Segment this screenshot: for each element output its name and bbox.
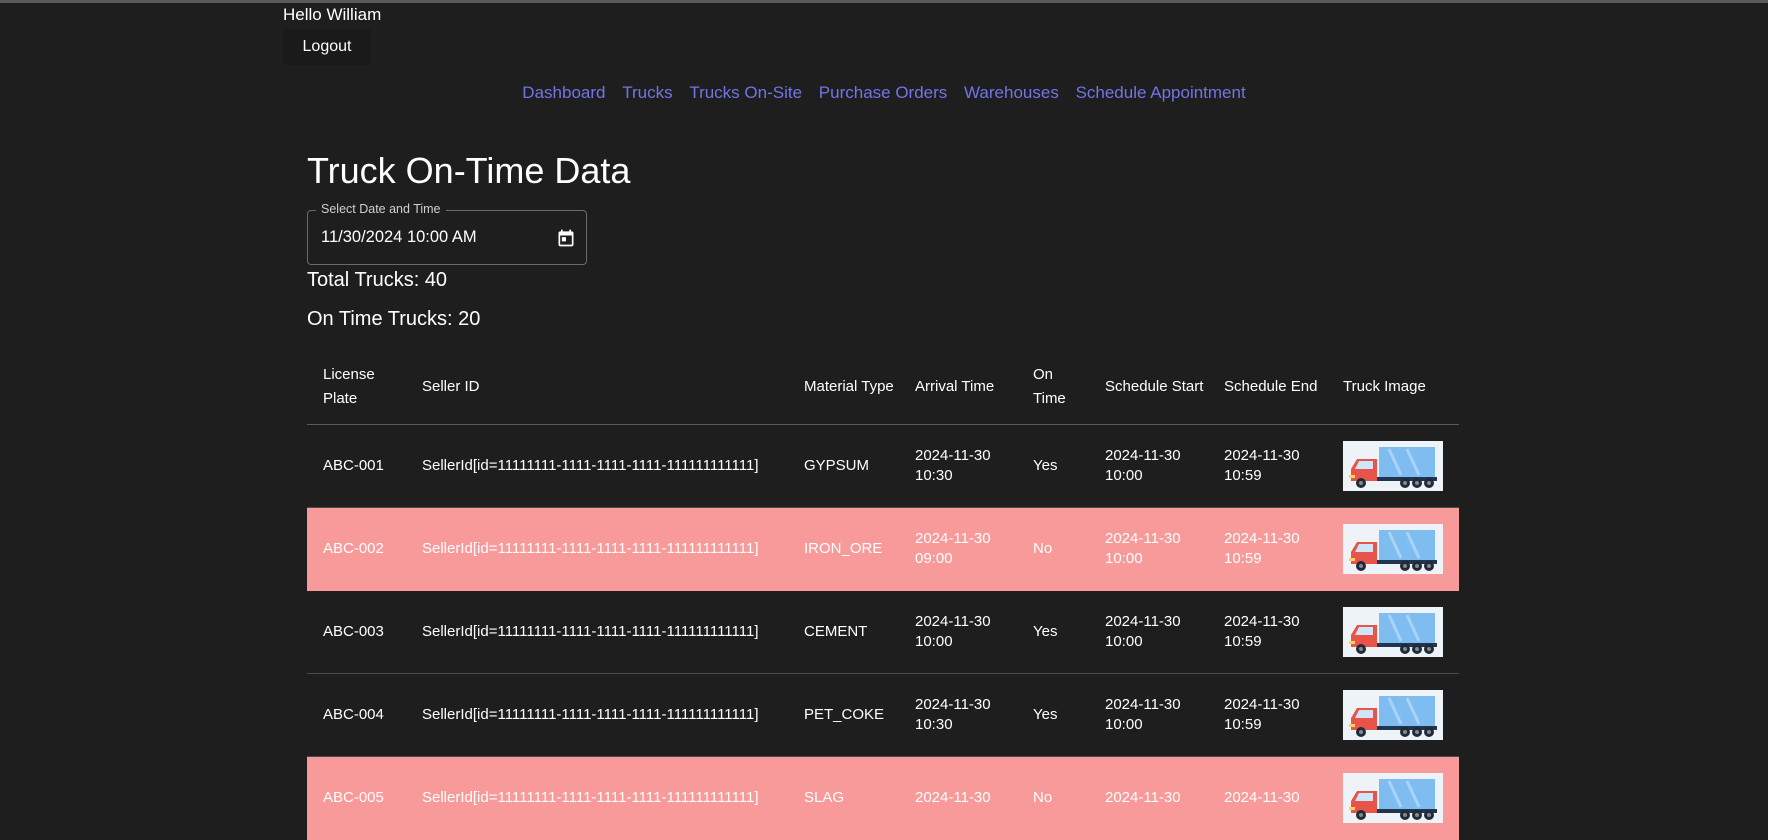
- cell-truck-image: [1327, 673, 1459, 757]
- date-field-label: Select Date and Time: [316, 202, 446, 216]
- main-nav: Dashboard Trucks Trucks On-Site Purchase…: [0, 83, 1768, 103]
- cell-schedule-start: 2024-11-30 10:00: [1089, 507, 1208, 591]
- cell-truck-image: [1327, 507, 1459, 591]
- table-row: ABC-004 SellerId[id=11111111-1111-1111-1…: [307, 673, 1459, 757]
- greeting-text: Hello William: [283, 5, 382, 24]
- cell-schedule-end: 2024-11-30 10:59: [1208, 424, 1327, 508]
- cell-arrival-time: 2024-11-30 10:00: [899, 590, 1017, 674]
- truck-image: [1343, 773, 1443, 823]
- cell-arrival-time: 2024-11-30 10:30: [899, 424, 1017, 508]
- logout-button[interactable]: Logout: [283, 29, 371, 65]
- truck-table-container: License Plate Seller ID Material Type Ar…: [307, 350, 1459, 840]
- nav-link-trucks-on-site[interactable]: Trucks On-Site: [689, 83, 802, 102]
- on-time-trucks-count: On Time Trucks: 20: [307, 308, 481, 330]
- cell-material-type: SLAG: [788, 756, 899, 840]
- truck-on-time-table: License Plate Seller ID Material Type Ar…: [307, 350, 1459, 840]
- nav-link-trucks[interactable]: Trucks: [622, 83, 672, 102]
- cell-schedule-start: 2024-11-30 10:00: [1089, 590, 1208, 674]
- nav-link-purchase-orders[interactable]: Purchase Orders: [819, 83, 948, 102]
- cell-seller-id: SellerId[id=11111111-1111-1111-1111-1111…: [406, 507, 788, 591]
- header-arrival-time: Arrival Time: [899, 350, 1017, 425]
- cell-seller-id: SellerId[id=11111111-1111-1111-1111-1111…: [406, 590, 788, 674]
- cell-arrival-time: 2024-11-30 09:00: [899, 507, 1017, 591]
- cell-schedule-start: 2024-11-30 10:00: [1089, 673, 1208, 757]
- cell-on-time: No: [1017, 756, 1089, 840]
- cell-schedule-end: 2024-11-30: [1208, 756, 1327, 840]
- truck-image: [1343, 690, 1443, 740]
- nav-link-schedule-appointment[interactable]: Schedule Appointment: [1076, 83, 1246, 102]
- cell-license-plate: ABC-004: [307, 673, 406, 757]
- calendar-icon[interactable]: [556, 227, 576, 249]
- table-row: ABC-003 SellerId[id=11111111-1111-1111-1…: [307, 590, 1459, 674]
- date-time-picker[interactable]: Select Date and Time 11/30/2024 10:00 AM: [307, 202, 587, 265]
- cell-truck-image: [1327, 590, 1459, 674]
- cell-license-plate: ABC-001: [307, 424, 406, 508]
- cell-seller-id: SellerId[id=11111111-1111-1111-1111-1111…: [406, 756, 788, 840]
- cell-material-type: PET_COKE: [788, 673, 899, 757]
- truck-image: [1343, 524, 1443, 574]
- header-schedule-start: Schedule Start: [1089, 350, 1208, 425]
- header-on-time: On Time: [1017, 350, 1089, 425]
- cell-on-time: No: [1017, 507, 1089, 591]
- cell-material-type: CEMENT: [788, 590, 899, 674]
- table-row: ABC-001 SellerId[id=11111111-1111-1111-1…: [307, 424, 1459, 508]
- nav-link-dashboard[interactable]: Dashboard: [522, 83, 605, 102]
- cell-schedule-end: 2024-11-30 10:59: [1208, 507, 1327, 591]
- date-field-value[interactable]: 11/30/2024 10:00 AM: [321, 228, 477, 247]
- cell-seller-id: SellerId[id=11111111-1111-1111-1111-1111…: [406, 424, 788, 508]
- top-border: [0, 0, 1768, 3]
- cell-material-type: GYPSUM: [788, 424, 899, 508]
- table-row: ABC-005 SellerId[id=11111111-1111-1111-1…: [307, 756, 1459, 840]
- cell-truck-image: [1327, 424, 1459, 508]
- cell-truck-image: [1327, 756, 1459, 840]
- table-row: ABC-002 SellerId[id=11111111-1111-1111-1…: [307, 507, 1459, 591]
- header-material-type: Material Type: [788, 350, 899, 425]
- cell-license-plate: ABC-005: [307, 756, 406, 840]
- table-header: License Plate Seller ID Material Type Ar…: [307, 350, 1459, 425]
- cell-schedule-start: 2024-11-30: [1089, 756, 1208, 840]
- truck-image: [1343, 441, 1443, 491]
- total-trucks-count: Total Trucks: 40: [307, 269, 448, 291]
- nav-link-warehouses[interactable]: Warehouses: [964, 83, 1059, 102]
- cell-schedule-end: 2024-11-30 10:59: [1208, 673, 1327, 757]
- header-license-plate: License Plate: [307, 350, 406, 425]
- header-seller-id: Seller ID: [406, 350, 788, 425]
- cell-on-time: Yes: [1017, 673, 1089, 757]
- cell-arrival-time: 2024-11-30: [899, 756, 1017, 840]
- cell-on-time: Yes: [1017, 590, 1089, 674]
- cell-license-plate: ABC-003: [307, 590, 406, 674]
- cell-schedule-end: 2024-11-30 10:59: [1208, 590, 1327, 674]
- header-truck-image: Truck Image: [1327, 350, 1459, 425]
- cell-schedule-start: 2024-11-30 10:00: [1089, 424, 1208, 508]
- truck-image: [1343, 607, 1443, 657]
- cell-material-type: IRON_ORE: [788, 507, 899, 591]
- header-schedule-end: Schedule End: [1208, 350, 1327, 425]
- cell-on-time: Yes: [1017, 424, 1089, 508]
- cell-arrival-time: 2024-11-30 10:30: [899, 673, 1017, 757]
- table-body: ABC-001 SellerId[id=11111111-1111-1111-1…: [307, 424, 1459, 840]
- page-title: Truck On-Time Data: [307, 150, 631, 191]
- cell-license-plate: ABC-002: [307, 507, 406, 591]
- cell-seller-id: SellerId[id=11111111-1111-1111-1111-1111…: [406, 673, 788, 757]
